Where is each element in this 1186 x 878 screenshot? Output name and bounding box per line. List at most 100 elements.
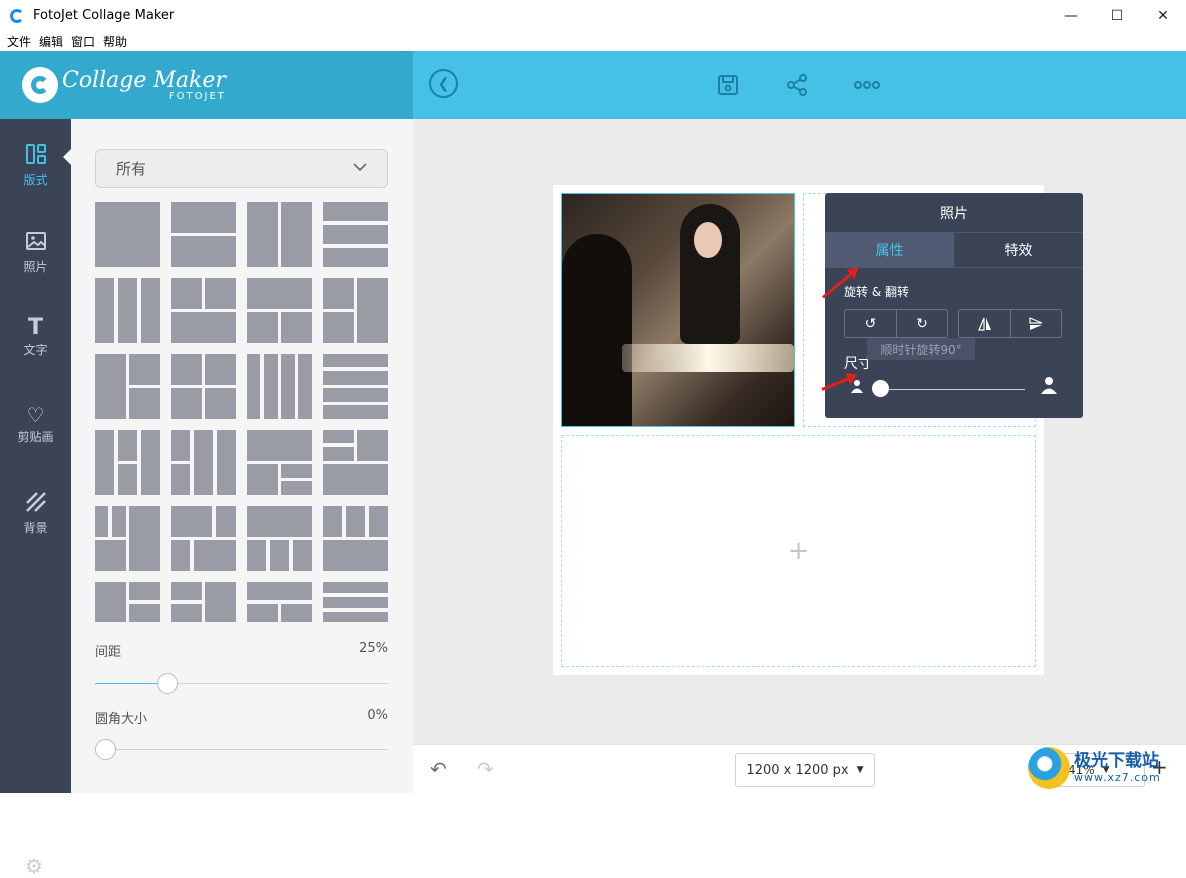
layout-template[interactable] — [323, 202, 388, 267]
corner-value: 0% — [367, 708, 388, 723]
layout-template[interactable] — [171, 202, 236, 267]
layout-template[interactable] — [171, 582, 236, 622]
nav-photo-label: 照片 — [23, 260, 48, 274]
layout-template[interactable] — [95, 202, 160, 267]
spacing-slider-knob[interactable] — [157, 673, 178, 694]
save-icon — [718, 75, 738, 95]
more-icon — [854, 81, 880, 89]
collage-photo — [562, 194, 794, 426]
menu-help[interactable]: 帮助 — [103, 33, 127, 50]
layout-template[interactable] — [323, 278, 388, 343]
settings-button[interactable]: ⚙ — [25, 854, 43, 878]
nav-layout-label: 版式 — [23, 173, 48, 187]
layout-template[interactable] — [247, 506, 312, 571]
flip-vertical-button[interactable] — [1010, 310, 1061, 337]
layout-template[interactable] — [171, 278, 236, 343]
layout-template[interactable] — [247, 430, 312, 495]
chevron-down-icon — [353, 160, 367, 175]
spacing-label: 间距 — [95, 645, 122, 660]
window-title: FotoJet Collage Maker — [33, 8, 175, 23]
close-button[interactable]: ✕ — [1140, 0, 1186, 31]
nav-photo[interactable]: 照片 — [0, 230, 71, 275]
layout-filter-value: 所有 — [116, 160, 147, 178]
flip-horizontal-button[interactable] — [959, 310, 1010, 337]
text-icon: T — [27, 315, 43, 340]
watermark-logo-icon — [1028, 746, 1070, 789]
size-slider[interactable] — [880, 389, 1025, 390]
gear-icon: ⚙ — [25, 854, 43, 878]
corner-row: 圆角大小 0% — [95, 708, 388, 727]
photo-settings-popup: 照片 属性 特效 旋转 & 翻转 ↺ ↻ 尺寸 — [825, 193, 1083, 418]
layout-template[interactable] — [95, 582, 160, 622]
spacing-slider[interactable] — [95, 673, 388, 694]
save-button[interactable] — [712, 69, 744, 101]
more-button[interactable] — [851, 69, 883, 101]
tab-properties[interactable]: 属性 — [825, 233, 954, 267]
heart-icon: ♡ — [26, 403, 45, 427]
layout-template[interactable] — [247, 582, 312, 622]
nav-background-label: 背景 — [23, 521, 48, 535]
nav-text-label: 文字 — [23, 343, 48, 357]
back-button[interactable]: ❮ — [429, 69, 458, 98]
layout-template[interactable] — [171, 506, 236, 571]
title-bar: FotoJet Collage Maker — ☐ ✕ — [0, 0, 1186, 31]
spacing-row: 间距 25% — [95, 641, 388, 660]
rotate-left-button[interactable]: ↺ — [845, 310, 896, 337]
rotate-right-button[interactable]: ↻ — [896, 310, 947, 337]
background-icon — [0, 491, 71, 517]
layout-template[interactable] — [247, 354, 312, 419]
nav-clipart-label: 剪贴画 — [17, 430, 54, 444]
rotate-left-icon: ↺ — [864, 315, 877, 332]
maximize-button[interactable]: ☐ — [1094, 0, 1140, 31]
minimize-button[interactable]: — — [1048, 0, 1094, 31]
app-header: Collage Maker FOTOJET ❮ — [0, 51, 1186, 119]
undo-button[interactable]: ↶ — [430, 757, 447, 781]
corner-slider-knob[interactable] — [95, 739, 116, 760]
logo-title: Collage Maker — [62, 67, 226, 93]
share-icon — [787, 74, 807, 96]
rotate-right-icon: ↻ — [916, 315, 928, 332]
tab-effects[interactable]: 特效 — [954, 233, 1083, 267]
flip-group — [958, 309, 1062, 338]
brand-logo-icon — [22, 67, 58, 103]
layout-template[interactable] — [95, 354, 160, 419]
nav-text[interactable]: T 文字 — [0, 317, 71, 358]
layout-template[interactable] — [95, 278, 160, 343]
person-large-icon — [1040, 376, 1058, 398]
share-button[interactable] — [781, 69, 813, 101]
rotate-group: ↺ ↻ — [844, 309, 948, 338]
layout-template[interactable] — [95, 430, 160, 495]
popup-tabs: 属性 特效 — [825, 233, 1083, 268]
flip-horizontal-icon — [977, 317, 991, 331]
layout-template[interactable] — [323, 582, 388, 622]
nav-background[interactable]: 背景 — [0, 491, 71, 536]
layout-template[interactable] — [247, 278, 312, 343]
nav-layout[interactable]: 版式 — [0, 143, 71, 188]
size-slider-knob[interactable] — [872, 380, 889, 397]
menu-file[interactable]: 文件 — [7, 33, 31, 50]
menu-window[interactable]: 窗口 — [71, 33, 95, 50]
collage-cell-photo[interactable] — [561, 193, 795, 427]
layout-filter-select[interactable]: 所有 — [95, 149, 388, 188]
add-photo-icon: + — [787, 536, 810, 566]
layout-template[interactable] — [171, 430, 236, 495]
corner-slider[interactable] — [95, 739, 388, 760]
collage-cell-empty[interactable]: + — [561, 435, 1036, 667]
layout-template[interactable] — [247, 202, 312, 267]
layout-template[interactable] — [323, 354, 388, 419]
canvas-size-select[interactable]: 1200 x 1200 px ▼ — [735, 753, 875, 787]
menu-edit[interactable]: 编辑 — [39, 33, 63, 50]
redo-button[interactable]: ↷ — [477, 757, 494, 781]
layout-panel: 所有 间距 25% 圆角大小 0% — [71, 119, 413, 793]
rotate-flip-label: 旋转 & 翻转 — [844, 285, 909, 299]
menu-bar: 文件 编辑 窗口 帮助 — [0, 31, 1186, 51]
nav-clipart[interactable]: ♡ 剪贴画 — [0, 404, 71, 445]
app-logo-icon — [10, 8, 24, 23]
layout-template[interactable] — [171, 354, 236, 419]
watermark-title: 极光下载站 — [1074, 751, 1159, 771]
layout-template[interactable] — [323, 430, 388, 495]
layout-template[interactable] — [323, 506, 388, 571]
corner-label: 圆角大小 — [95, 712, 148, 727]
spacing-value: 25% — [359, 641, 388, 656]
layout-template[interactable] — [95, 506, 160, 571]
